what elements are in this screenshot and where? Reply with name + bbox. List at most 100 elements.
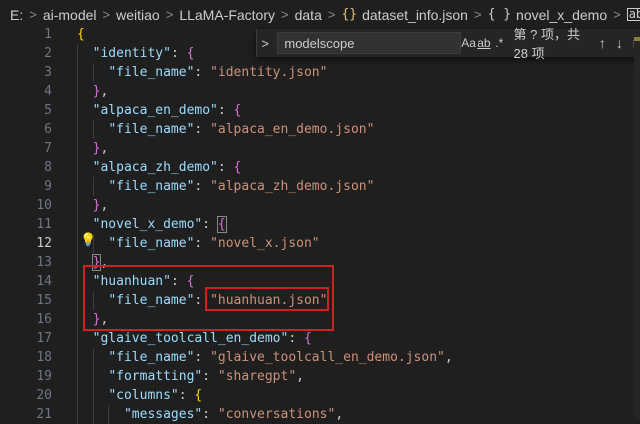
code-token: "huanhuan.json" [210,293,328,308]
code-token: "file_name" [108,236,195,251]
code-line[interactable]: 13 }, [0,253,640,272]
breadcrumb-drive[interactable]: E: [10,7,23,23]
code-editor[interactable]: 1{2 "identity": {3 "file_name": "identit… [0,27,640,424]
indent-guide [92,348,94,367]
find-result-count: 第 ? 项，共 28 项 [513,27,580,61]
code-token: "file_name" [108,122,195,137]
vertical-scrollbar[interactable] [634,29,640,419]
indent-guide [92,367,94,386]
indent-guide [77,215,78,234]
indent-guide [77,329,78,348]
line-number: 8 [44,160,52,175]
previous-match-button[interactable]: ↑ [599,35,606,51]
code-line[interactable]: 6 "file_name": "alpaca_en_demo.json" [0,120,640,139]
next-match-button[interactable]: ↓ [616,35,623,51]
breadcrumb-folder-weitiao[interactable]: weitiao [116,7,160,23]
line-number: 1 [44,27,52,42]
indent-guide [77,272,78,291]
breadcrumb-separator: > [165,7,174,22]
code-line[interactable]: 21 "messages": "conversations", [0,405,640,424]
code-line[interactable]: 18 "file_name": "glaive_toolcall_en_demo… [0,348,640,367]
code-token: : [194,122,211,137]
code-token: : [170,46,187,61]
code-token: : [194,236,211,251]
line-number: 19 [36,369,52,384]
code-token: "identity" [92,46,171,61]
code-text: }, [77,253,108,272]
toggle-replace-icon[interactable]: > [257,36,273,51]
code-token: , [100,255,109,270]
breadcrumb-folder-llama-factory[interactable]: LLaMA-Factory [179,7,275,23]
indent-guide [77,348,78,367]
code-line[interactable]: 15 "file_name": "huanhuan.json" [0,291,640,310]
code-token: "alpaca_en_demo.json" [210,122,375,137]
code-token: : [202,407,218,422]
code-text: "identity": { [77,44,195,63]
code-token: , [100,84,109,99]
code-text: "file_name": "identity.json" [77,63,327,82]
code-token: "messages" [123,407,203,422]
code-token: "file_name" [108,293,195,308]
code-token: , [100,141,109,156]
code-line[interactable]: 3 "file_name": "identity.json" [0,63,640,82]
code-token: "alpaca_zh_demo" [92,160,218,175]
indent-guide [77,120,78,139]
code-line[interactable]: 11 "novel_x_demo": { [0,215,640,234]
line-number: 20 [36,388,52,403]
indent-guide [108,405,110,424]
code-line[interactable]: 14 "huanhuan": { [0,272,640,291]
code-line[interactable]: 4 }, [0,82,640,101]
code-text: "messages": "conversations", [77,405,343,424]
line-number: 10 [36,198,52,213]
match-case-toggle[interactable]: Aa [460,36,476,50]
code-line[interactable]: 16 }, [0,310,640,329]
code-token: "glaive_toolcall_en_demo.json" [210,350,445,365]
breadcrumb-separator: > [473,7,482,22]
code-line[interactable]: 20 "columns": { [0,386,640,405]
match-whole-word-toggle[interactable]: ab [476,36,492,50]
breadcrumb-symbol-novel-x-demo[interactable]: novel_x_demo [516,7,607,23]
code-text: "alpaca_en_demo": { [77,101,242,120]
code-token: { [303,331,312,346]
breadcrumb-separator: > [102,7,111,22]
object-symbol-icon: { } [487,7,512,22]
code-line[interactable]: 9 "file_name": "alpaca_zh_demo.json" [0,177,640,196]
code-text: "file_name": "glaive_toolcall_en_demo.js… [77,348,453,367]
code-line[interactable]: 7 }, [0,139,640,158]
line-number: 4 [44,84,52,99]
code-token: { [186,274,195,289]
use-regex-toggle[interactable]: .* [491,36,507,50]
code-line[interactable]: 10 }, [0,196,640,215]
indent-guide [77,367,78,386]
indent-guide [77,386,78,405]
lightbulb-icon[interactable]: 💡 [80,233,96,248]
indent-guide [77,291,78,310]
indent-guide [92,63,94,82]
breadcrumb-separator: > [613,7,621,22]
code-line[interactable]: 19 "formatting": "sharegpt", [0,367,640,386]
code-line[interactable]: 17 "glaive_toolcall_en_demo": { [0,329,640,348]
indent-guide [77,196,78,215]
breadcrumb-folder-data[interactable]: data [295,7,322,23]
line-number: 16 [36,312,52,327]
code-token: : [194,293,211,308]
code-text: { [77,25,85,44]
code-line[interactable]: 8 "alpaca_zh_demo": { [0,158,640,177]
code-token: , [100,312,109,327]
indent-guide [92,405,94,424]
breadcrumb-folder-ai-model[interactable]: ai-model [43,7,97,23]
code-token: : [288,331,304,346]
code-line[interactable]: 5 "alpaca_en_demo": { [0,101,640,120]
line-number: 15 [36,293,52,308]
indent-guide [92,291,94,310]
breadcrumb-file[interactable]: dataset_info.json [362,7,468,23]
code-token: , [444,350,453,365]
find-input[interactable] [277,32,462,54]
code-token: : [194,350,211,365]
code-token: "file_name" [108,179,195,194]
